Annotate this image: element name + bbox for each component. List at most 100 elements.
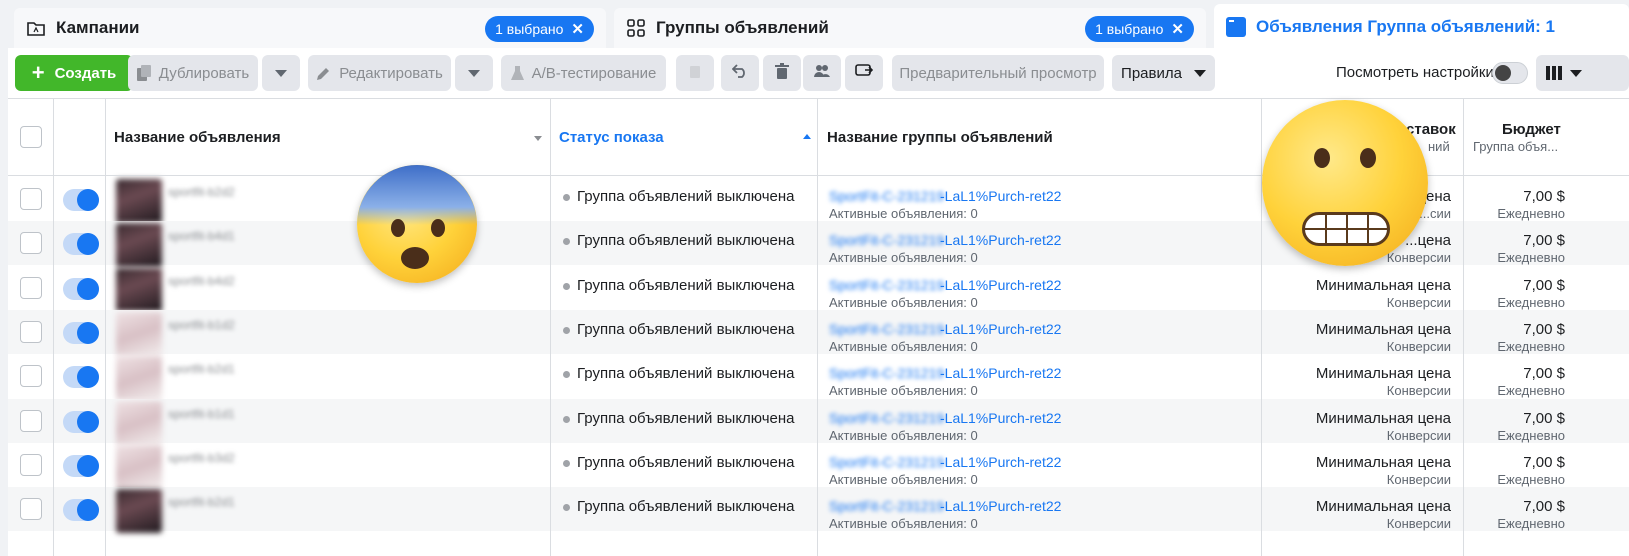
ad-name-link[interactable]: sportfit-b4d2 [168,274,235,288]
clear-selection-icon[interactable]: ✕ [1171,20,1184,38]
row-checkbox[interactable] [20,232,42,255]
row-checkbox[interactable] [20,498,42,521]
table-row[interactable]: sportfit-b2d1 Группа объявлений выключена… [8,354,1629,401]
adset-name-blurred[interactable]: SportFit-C-231219 [829,321,944,337]
undo-button[interactable] [721,55,759,91]
column-divider[interactable] [1463,99,1464,556]
sort-asc-icon[interactable] [803,134,811,139]
toggle-knob [77,454,99,477]
ad-thumbnail[interactable] [116,311,162,356]
adset-name-blurred[interactable]: SportFit-C-231219 [829,188,944,204]
ad-thumbnail[interactable] [116,267,162,312]
ad-name-link[interactable]: sportfit-b1d1 [168,407,235,421]
delete-disabled-button[interactable] [676,55,714,91]
column-budget-sub: Группа объя... [1473,139,1559,154]
table-row[interactable]: sportfit-b4d2 Группа объявлений выключена… [8,266,1629,312]
adset-name-link[interactable]: -LaL1%Purch-ret22 [940,232,1061,248]
adset-name-blurred[interactable]: SportFit-C-231219 [829,498,944,514]
rules-button[interactable]: Правила [1112,55,1215,91]
adset-name-blurred[interactable]: SportFit-C-231219 [829,277,944,293]
selected-badge[interactable]: 1 выбрано ✕ [485,16,594,42]
clear-selection-icon[interactable]: ✕ [571,20,584,38]
status-dot-icon [563,504,570,512]
adset-name-link[interactable]: -LaL1%Purch-ret22 [940,410,1061,426]
column-divider[interactable] [817,99,818,556]
adset-name-link[interactable]: -LaL1%Purch-ret22 [940,188,1061,204]
ad-active-toggle[interactable] [63,454,99,477]
preview-button[interactable]: Предварительный просмотр [892,55,1104,91]
ad-thumbnail[interactable] [116,223,162,268]
row-checkbox[interactable] [20,365,42,388]
column-budget[interactable]: Бюджет [1502,91,1561,168]
ad-active-toggle[interactable] [63,410,99,433]
view-settings-toggle[interactable] [1492,62,1528,84]
row-checkbox[interactable] [20,276,42,299]
bid-strategy-value: Минимальная цена [1315,409,1451,427]
column-delivery[interactable]: Статус показа [559,99,664,176]
ad-name-link[interactable]: sportfit-b2d1 [168,495,235,509]
create-button[interactable]: + Создать [15,55,133,91]
share-preview-button[interactable] [845,55,883,91]
adset-name-link[interactable]: -LaL1%Purch-ret22 [940,365,1061,381]
ad-thumbnail[interactable] [116,400,162,445]
delete-button[interactable] [763,55,801,91]
row-checkbox[interactable] [20,188,42,210]
adset-name-blurred[interactable]: SportFit-C-231219 [829,410,944,426]
columns-button[interactable] [1536,55,1629,91]
chevron-down-icon [1193,69,1206,77]
ad-name-link[interactable]: sportfit-b2d1 [168,362,235,376]
delivery-status: Группа объявлений выключена [577,365,795,383]
duplicate-dropdown-button[interactable] [262,55,300,91]
column-adset-name[interactable]: Название группы объявлений [827,99,1053,176]
tab-ads[interactable]: Объявления Группа объявлений: 1 [1214,4,1629,50]
ad-active-toggle[interactable] [63,499,99,522]
sort-icon[interactable] [534,136,542,141]
table-row[interactable]: sportfit-b3d2 Группа объявлений выключена… [8,443,1629,489]
toggle-knob [77,233,99,256]
edit-button[interactable]: Редактировать [308,55,451,91]
adset-name-link[interactable]: -LaL1%Purch-ret22 [940,498,1061,514]
ad-name-link[interactable]: sportfit-b2d2 [168,185,235,199]
duplicate-button[interactable]: Дублировать [128,55,258,91]
ad-thumbnail[interactable] [116,444,162,489]
toggle-knob [77,189,99,211]
status-dot-icon [563,238,570,246]
row-checkbox[interactable] [20,320,42,343]
column-divider[interactable] [1261,99,1262,556]
table-row[interactable]: sportfit-b1d1 Группа объявлений выключена… [8,398,1629,445]
tab-campaigns[interactable]: Кампании 1 выбрано ✕ [14,8,606,48]
ad-active-toggle[interactable] [63,233,99,256]
adset-name-blurred[interactable]: SportFit-C-231219 [829,454,944,470]
audience-button[interactable] [803,55,841,91]
ab-test-button[interactable]: A/B-тестирование [501,55,666,91]
adset-name-link[interactable]: -LaL1%Purch-ret22 [940,454,1061,470]
adset-name-link[interactable]: -LaL1%Purch-ret22 [940,321,1061,337]
adset-name-blurred[interactable]: SportFit-C-231219 [829,365,944,381]
row-checkbox[interactable] [20,453,42,476]
adset-active-ads: Активные объявления: 0 [829,427,978,443]
ad-thumbnail[interactable] [116,356,162,401]
delivery-status: Группа объявлений выключена [577,498,795,516]
ad-active-toggle[interactable] [63,321,99,344]
ad-name-link[interactable]: sportfit-b1d2 [168,318,235,332]
table-row[interactable]: sportfit-b1d2 Группа объявлений выключена… [8,309,1629,356]
ad-active-toggle[interactable] [63,366,99,389]
ad-name-link[interactable]: sportfit-b4d1 [168,229,235,243]
ad-thumbnail[interactable] [116,179,162,223]
adset-name-link[interactable]: -LaL1%Purch-ret22 [940,277,1061,293]
ad-name-link[interactable]: sportfit-b3d2 [168,451,235,465]
adset-name-blurred[interactable]: SportFit-C-231219 [829,232,944,248]
row-checkbox[interactable] [20,409,42,432]
ad-thumbnail[interactable] [116,489,162,534]
selected-badge[interactable]: 1 выбрано ✕ [1085,16,1194,42]
select-all-checkbox[interactable] [20,126,42,148]
tooth-line [1367,215,1369,243]
column-ad-name[interactable]: Название объявления [114,99,281,176]
budget-value: 7,00 $ [1523,453,1565,471]
ad-active-toggle[interactable] [63,189,99,211]
table-row[interactable]: sportfit-b2d1 Группа объявлений выключена… [8,487,1629,534]
column-divider[interactable] [550,99,551,556]
edit-dropdown-button[interactable] [455,55,493,91]
tab-adsets[interactable]: Группы объявлений 1 выбрано ✕ [614,8,1206,48]
ad-active-toggle[interactable] [63,277,99,300]
